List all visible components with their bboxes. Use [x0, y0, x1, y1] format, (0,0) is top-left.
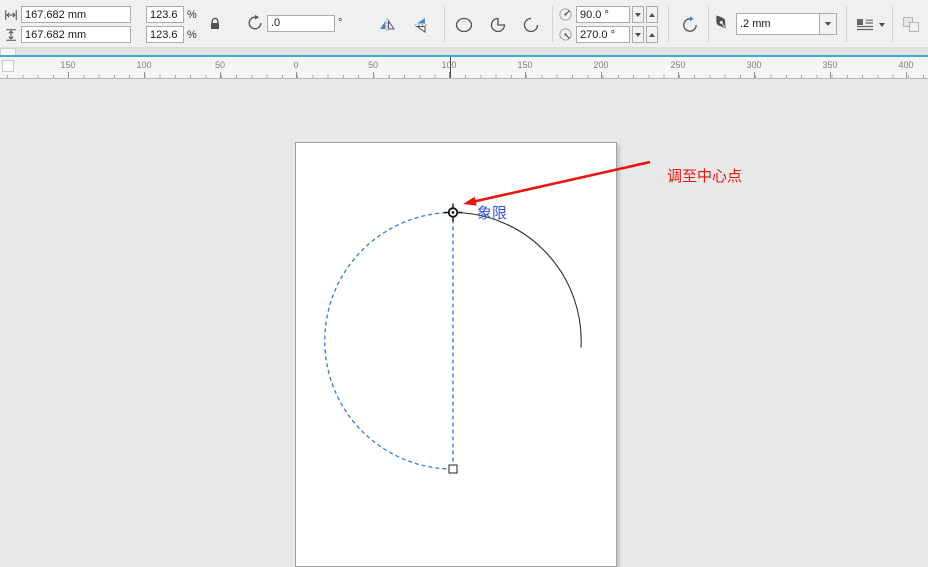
change-direction-icon: [680, 15, 700, 35]
pie-icon: [488, 16, 508, 34]
mirror-horizontal-icon: [378, 17, 396, 33]
ellipse-icon: [454, 16, 474, 34]
mirror-vertical-button[interactable]: [408, 12, 436, 37]
scale-group: % %: [146, 5, 197, 45]
coreldraw-window: % % °: [0, 0, 928, 567]
mirror-vertical-icon: [413, 16, 429, 34]
page[interactable]: [295, 142, 617, 567]
lock-icon: [207, 16, 223, 32]
ruler-tick: [220, 72, 221, 78]
ruler-minor-ticks: [0, 75, 928, 78]
end-angle-increment-button[interactable]: [646, 26, 658, 43]
ruler-tick: [296, 72, 297, 78]
separator: [708, 6, 709, 42]
ruler-label: 50: [214, 60, 226, 70]
separator: [846, 6, 847, 42]
arc-angle-group: [558, 5, 658, 45]
rotation-input[interactable]: [267, 14, 335, 32]
start-angle-increment-button[interactable]: [646, 6, 658, 23]
ruler-label: 250: [670, 60, 686, 70]
horizontal-ruler[interactable]: 150 100 50 0 50 100 150 200 250 300 350 …: [0, 57, 928, 79]
ruler-tick: [830, 72, 831, 78]
mirror-horizontal-button[interactable]: [374, 12, 402, 37]
ruler-label: 100: [136, 60, 152, 70]
ruler-label: 200: [593, 60, 609, 70]
outline-width-input[interactable]: [736, 13, 820, 35]
outline-width-combobox: [736, 13, 837, 35]
triangle-up-icon: [649, 32, 655, 37]
ruler-tick: [601, 72, 602, 78]
outline-pen-icon: [712, 12, 730, 32]
triangle-down-icon: [635, 12, 641, 17]
end-angle-icon: [558, 27, 573, 42]
scale-h-input[interactable]: [146, 6, 184, 23]
ruler-label: 150: [60, 60, 76, 70]
change-direction-button[interactable]: [676, 11, 706, 38]
object-width-icon: [4, 8, 18, 22]
chevron-down-icon: [825, 22, 831, 26]
convert-outline-button-disabled: [898, 12, 926, 37]
property-bar: % % °: [0, 0, 928, 48]
rotation-group: °: [246, 14, 342, 32]
object-height-icon: [4, 28, 18, 42]
object-size-group: [4, 5, 131, 45]
arc-icon: [521, 16, 541, 34]
ruler-label: 100: [441, 60, 457, 70]
ruler-tick: [373, 72, 374, 78]
scale-h-percent-label: %: [187, 8, 197, 21]
ruler-label: 0: [293, 60, 299, 70]
window-strip: [0, 48, 928, 55]
start-angle-input[interactable]: [576, 6, 630, 23]
ellipse-button[interactable]: [450, 11, 480, 38]
separator: [892, 6, 893, 42]
ruler-cursor-indicator: [450, 57, 451, 78]
ruler-label: 350: [822, 60, 838, 70]
start-angle-decrement-button[interactable]: [632, 6, 644, 23]
ruler-tick: [68, 72, 69, 78]
object-height-input[interactable]: [21, 26, 131, 43]
ruler-label: 400: [898, 60, 914, 70]
wrap-text-button[interactable]: [852, 12, 888, 37]
ruler-tick: [678, 72, 679, 78]
pie-button[interactable]: [484, 11, 514, 38]
object-width-input[interactable]: [21, 6, 131, 23]
separator: [552, 6, 553, 42]
ruler-origin[interactable]: [2, 60, 14, 72]
ruler-tick: [144, 72, 145, 78]
ruler-tick: [754, 72, 755, 78]
ruler-label: 50: [367, 60, 379, 70]
triangle-up-icon: [649, 12, 655, 17]
ruler-tick: [906, 72, 907, 78]
triangle-down-icon: [635, 32, 641, 37]
rotation-degree-label: °: [338, 17, 343, 29]
scale-v-percent-label: %: [187, 28, 197, 41]
separator: [444, 6, 445, 42]
overlapping-shapes-icon: [901, 16, 921, 34]
wrap-text-icon: [856, 17, 874, 33]
end-angle-decrement-button[interactable]: [632, 26, 644, 43]
chevron-down-icon: [878, 22, 885, 27]
ruler-label: 150: [517, 60, 533, 70]
separator: [668, 6, 669, 42]
start-angle-icon: [558, 7, 573, 22]
lock-ratio-button[interactable]: [204, 12, 228, 36]
drawing-canvas[interactable]: [0, 80, 928, 567]
outline-width-dropdown-button[interactable]: [819, 13, 837, 35]
ruler-tick: [525, 72, 526, 78]
rotation-angle-icon: [246, 14, 264, 32]
ruler-label: 300: [746, 60, 762, 70]
scale-v-input[interactable]: [146, 26, 184, 43]
arc-button[interactable]: [517, 11, 547, 38]
end-angle-input[interactable]: [576, 26, 630, 43]
